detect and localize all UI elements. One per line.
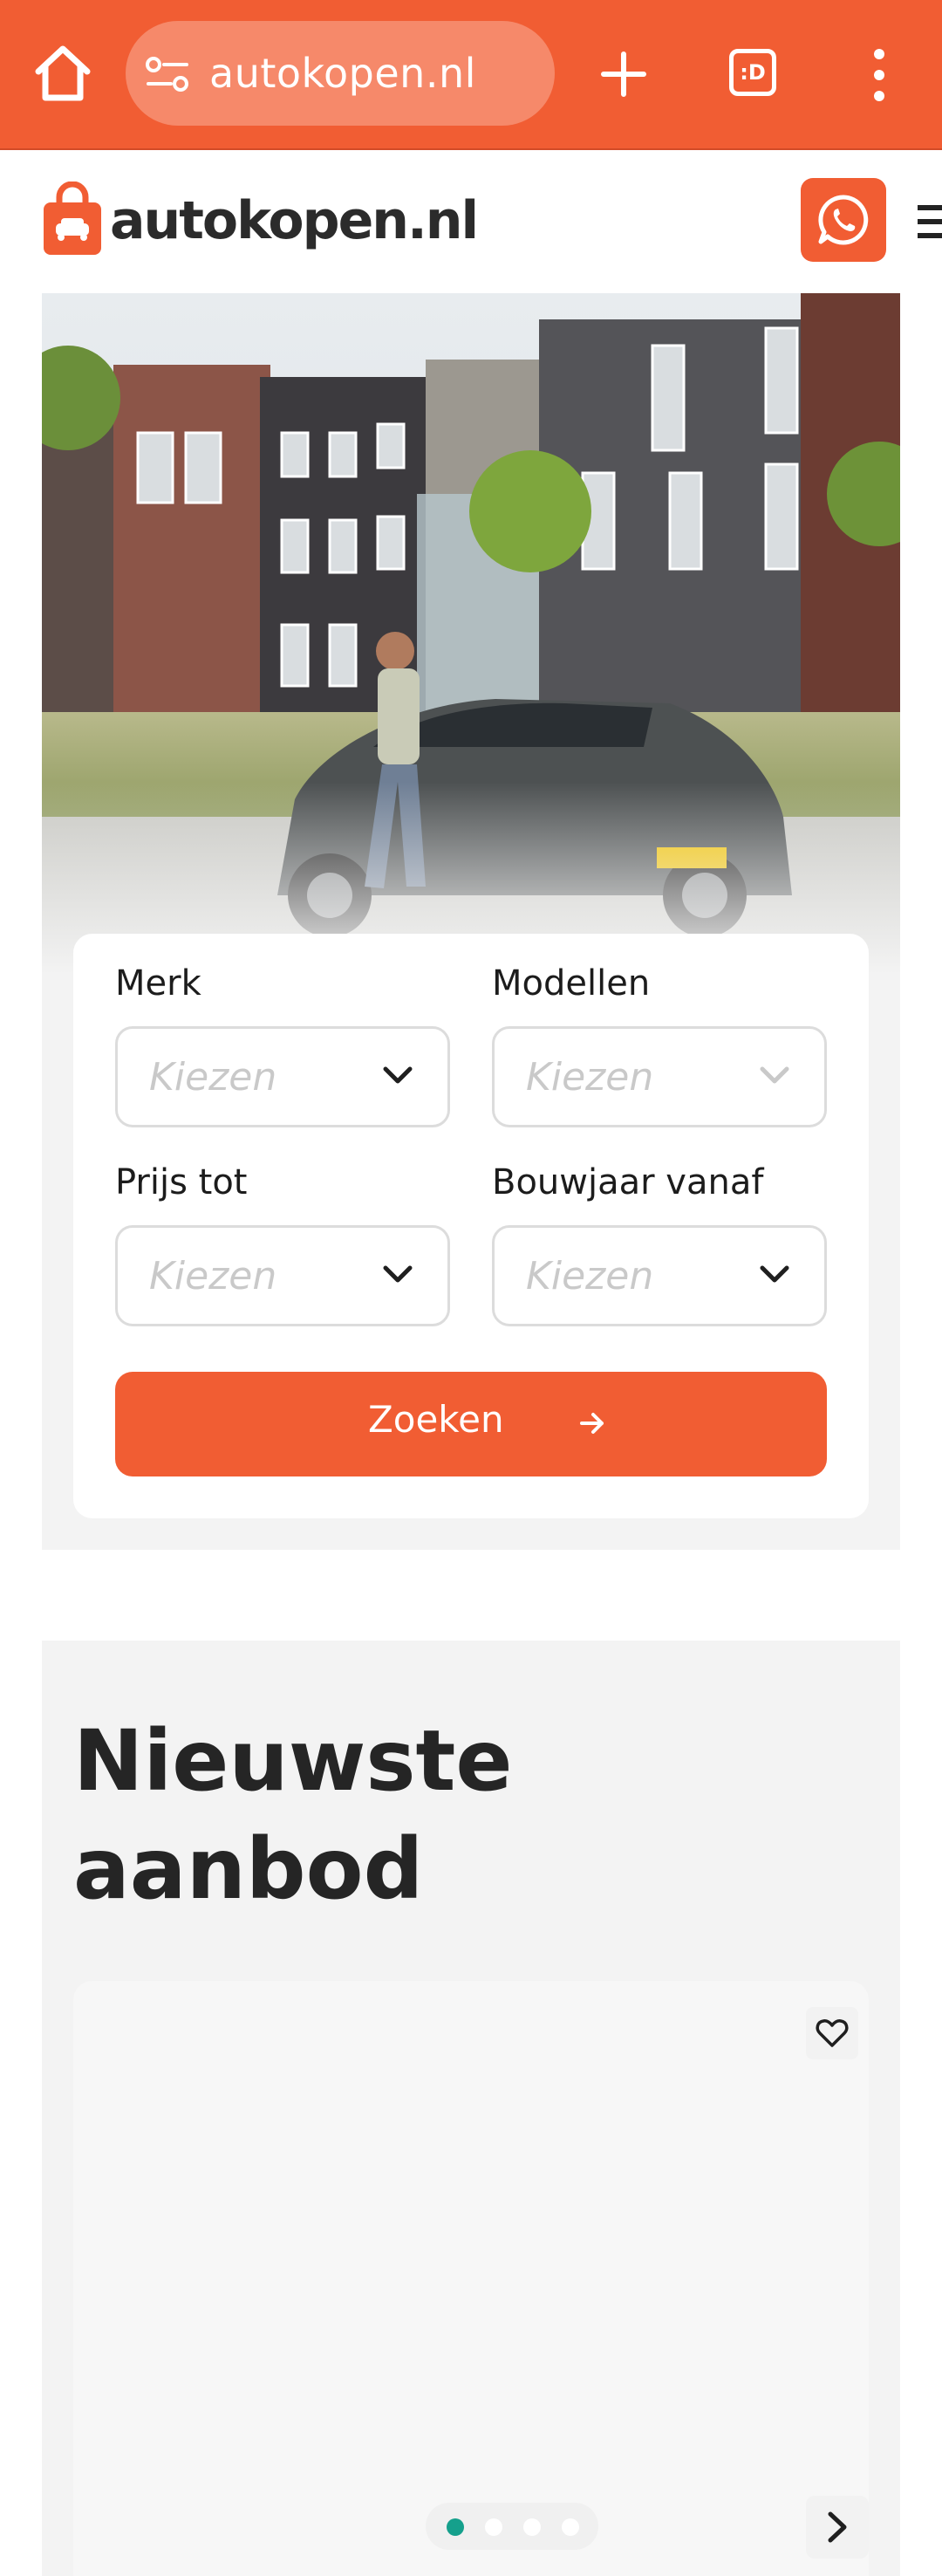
year-from-label: Bouwjaar vanaf: [492, 1162, 764, 1202]
whatsapp-button[interactable]: [801, 178, 886, 262]
shopping-bag-logo[interactable]: [42, 182, 103, 257]
section-title: Nieuwste aanbod: [73, 1712, 513, 1918]
year-from-placeholder: Kiezen: [526, 1254, 654, 1298]
newest-offers-section: Nieuwste aanbod: [42, 1641, 900, 2576]
chevron-down-icon: [760, 1066, 789, 1084]
whatsapp-icon: [818, 195, 869, 245]
browser-toolbar: autokopen.nl :D: [0, 0, 942, 150]
address-bar[interactable]: autokopen.nl: [126, 21, 555, 126]
url-text[interactable]: autokopen.nl: [209, 47, 476, 99]
carousel-dot-2[interactable]: [485, 2518, 502, 2536]
search-button[interactable]: Zoeken: [115, 1372, 827, 1476]
models-label: Modellen: [492, 963, 651, 1004]
models-placeholder: Kiezen: [526, 1055, 654, 1100]
listing-card[interactable]: [73, 1981, 869, 2576]
favorite-button[interactable]: [806, 2007, 858, 2059]
heart-icon: [816, 2019, 849, 2047]
site-settings-icon[interactable]: [145, 54, 190, 94]
chevron-down-icon: [383, 1066, 413, 1084]
hamburger-menu-icon[interactable]: [914, 202, 942, 241]
search-form: Merk Kiezen Modellen Kiezen Prijs tot Ki…: [73, 934, 869, 1518]
chevron-down-icon: [760, 1265, 789, 1283]
new-tab-icon[interactable]: [600, 51, 647, 98]
carousel-dot-4[interactable]: [562, 2518, 579, 2536]
hero-image: [42, 293, 900, 974]
chevron-right-icon: [828, 2511, 847, 2543]
brand-placeholder: Kiezen: [149, 1055, 277, 1100]
brand-select[interactable]: Kiezen: [115, 1026, 450, 1127]
year-from-select[interactable]: Kiezen: [492, 1225, 827, 1326]
carousel-dot-1[interactable]: [447, 2518, 464, 2536]
arrow-right-icon: [580, 1413, 604, 1434]
brand-label: Merk: [115, 963, 201, 1004]
max-price-placeholder: Kiezen: [149, 1254, 277, 1298]
max-price-select[interactable]: Kiezen: [115, 1225, 450, 1326]
more-options-icon[interactable]: [869, 47, 890, 103]
search-button-label: Zoeken: [368, 1398, 504, 1441]
chevron-down-icon: [383, 1265, 413, 1283]
carousel-dot-3[interactable]: [523, 2518, 541, 2536]
carousel-next-button[interactable]: [806, 2496, 869, 2559]
models-select[interactable]: Kiezen: [492, 1026, 827, 1127]
home-icon[interactable]: [33, 42, 92, 105]
max-price-label: Prijs tot: [115, 1162, 248, 1202]
brand-name[interactable]: autokopen.nl: [110, 190, 479, 251]
carousel-pagination: [426, 2503, 598, 2550]
tab-switcher-button[interactable]: :D: [729, 49, 776, 96]
